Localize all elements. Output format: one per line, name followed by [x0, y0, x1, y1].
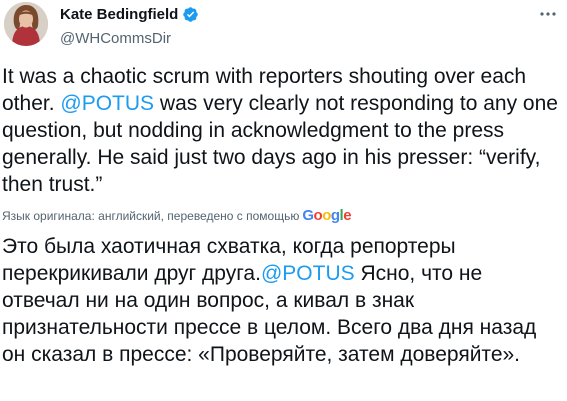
avatar-image — [4, 2, 48, 46]
verified-badge-icon — [182, 6, 199, 23]
translated-mention-link[interactable]: @POTUS — [261, 262, 355, 285]
translated-text: Это была хаотичная схватка, когда репорт… — [2, 233, 562, 368]
author-handle[interactable]: @WHCommsDir — [60, 30, 171, 47]
mention-link[interactable]: @POTUS — [60, 92, 154, 115]
translation-attribution-text: Язык оригинала: английский, переведено с… — [2, 208, 300, 223]
tweet-header: Kate Bedingfield @WHCommsDir — [0, 0, 567, 60]
avatar[interactable] — [4, 2, 48, 46]
translation-attribution: Язык оригинала: английский, переведено с… — [2, 207, 352, 224]
google-logo[interactable]: Google — [302, 207, 351, 224]
tweet-text: It was a chaotic scrum with reporters sh… — [2, 63, 562, 198]
google-logo-text: Google — [302, 207, 352, 224]
more-options-icon[interactable] — [538, 6, 558, 22]
author-name-row[interactable]: Kate Bedingfield — [60, 6, 199, 23]
author-name[interactable]: Kate Bedingfield — [60, 6, 178, 23]
